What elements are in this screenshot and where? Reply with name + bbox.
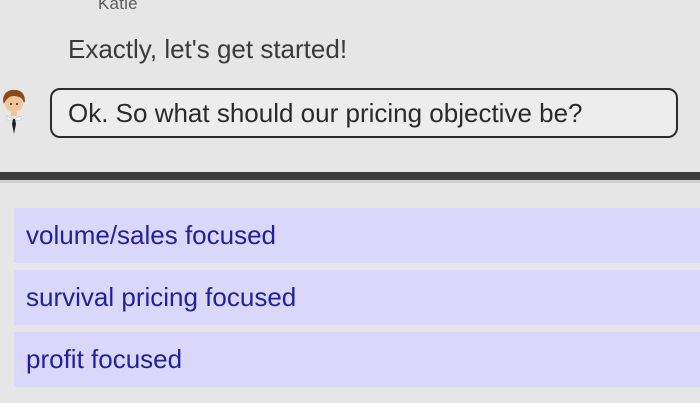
player-message: Ok. So what should our pricing objective… [68,97,583,128]
choice-label: survival pricing focused [26,282,297,312]
person-avatar-icon [3,89,25,134]
dialogue-screen: Katie Exactly, let's get started! Ok. So… [0,0,700,403]
speaker-name: Katie [98,0,138,13]
player-speech-bubble: Ok. So what should our pricing objective… [50,88,678,138]
chat-area: Katie Exactly, let's get started! Ok. So… [0,0,700,172]
choice-label: volume/sales focused [26,220,277,250]
incoming-message: Exactly, let's get started! [68,34,348,64]
choice-survival-pricing-focused[interactable]: survival pricing focused [14,270,700,325]
choice-list: volume/sales focused survival pricing fo… [0,183,700,403]
choice-label: profit focused [26,344,183,374]
choice-profit-focused[interactable]: profit focused [14,332,700,387]
divider-bar [0,172,700,180]
choice-volume-sales-focused[interactable]: volume/sales focused [14,208,700,263]
